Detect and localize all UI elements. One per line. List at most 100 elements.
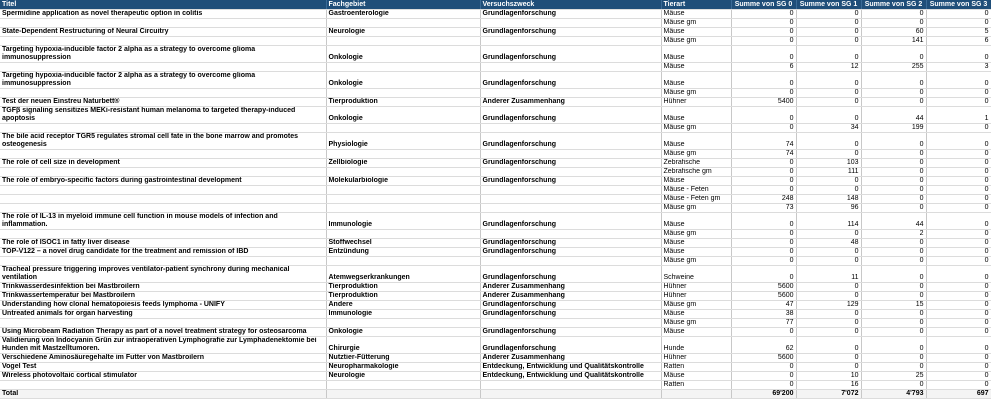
cell-tierart[interactable]: Hühner: [661, 282, 732, 292]
cell-versuchszweck[interactable]: [480, 123, 662, 133]
cell-sg0[interactable]: 0: [731, 212, 797, 230]
cell-sg2[interactable]: 0: [861, 9, 927, 19]
cell-tierart[interactable]: Mäuse: [661, 62, 732, 72]
cell-tierart[interactable]: Mäuse - Feten gm: [661, 194, 732, 204]
cell-sg0[interactable]: 0: [731, 327, 797, 337]
cell-sg3[interactable]: 0: [926, 336, 991, 354]
cell-sg1[interactable]: 103: [796, 158, 862, 168]
cell-sg0[interactable]: 74: [731, 132, 797, 150]
cell-titel[interactable]: Using Microbeam Radiation Therapy as par…: [0, 327, 327, 337]
cell-sg3[interactable]: 0: [926, 194, 991, 204]
cell-sg3[interactable]: 3: [926, 62, 991, 72]
cell-sg1[interactable]: 0: [796, 353, 862, 363]
cell-sg0[interactable]: 77: [731, 318, 797, 328]
cell-sg1[interactable]: 16: [796, 380, 862, 390]
cell-versuchszweck[interactable]: [480, 256, 662, 266]
cell-fachgebiet[interactable]: Neurologie: [326, 371, 481, 381]
cell-sg3[interactable]: 0: [926, 203, 991, 213]
cell-versuchszweck[interactable]: Grundlagenforschung: [480, 265, 662, 283]
cell-sg3[interactable]: 6: [926, 36, 991, 46]
cell-sg1[interactable]: 0: [796, 149, 862, 159]
cell-sg2[interactable]: 44: [861, 212, 927, 230]
cell-versuchszweck[interactable]: [480, 36, 662, 46]
cell-sg3[interactable]: 5: [926, 27, 991, 37]
cell-sg0[interactable]: 0: [731, 256, 797, 266]
cell-titel[interactable]: [0, 167, 327, 177]
cell-fachgebiet[interactable]: [326, 88, 481, 98]
cell-sg2[interactable]: 0: [861, 362, 927, 372]
cell-sg1[interactable]: 0: [796, 36, 862, 46]
cell-titel[interactable]: Validierung von Indocyanin Grün zur intr…: [0, 336, 327, 354]
cell-versuchszweck[interactable]: Grundlagenforschung: [480, 327, 662, 337]
cell-fachgebiet[interactable]: Immunologie: [326, 212, 481, 230]
col-header-sg1[interactable]: Summe von SG 1: [796, 0, 862, 10]
cell-sg2[interactable]: 0: [861, 18, 927, 28]
cell-titel[interactable]: TGFβ signaling sensitizes MEKi-resistant…: [0, 106, 327, 124]
cell-sg0[interactable]: 0: [731, 9, 797, 19]
cell-sg3[interactable]: 0: [926, 309, 991, 319]
cell-sg3[interactable]: 0: [926, 256, 991, 266]
cell-titel[interactable]: [0, 123, 327, 133]
cell-titel[interactable]: Untreated animals for organ harvesting: [0, 309, 327, 319]
cell-tierart[interactable]: Mäuse: [661, 132, 732, 150]
cell-titel[interactable]: Test der neuen Einstreu Naturbett®: [0, 97, 327, 107]
cell-sg3[interactable]: 0: [926, 71, 991, 89]
cell-sg3[interactable]: 0: [926, 45, 991, 63]
cell-titel[interactable]: The role of cell size in development: [0, 158, 327, 168]
cell-fachgebiet[interactable]: Andere: [326, 300, 481, 310]
cell-sg2[interactable]: 0: [861, 149, 927, 159]
cell-titel[interactable]: TOP-V122 – a novel drug candidate for th…: [0, 247, 327, 257]
cell-tierart[interactable]: Hühner: [661, 291, 732, 301]
cell-sg2[interactable]: 0: [861, 256, 927, 266]
cell-versuchszweck[interactable]: [480, 88, 662, 98]
cell-sg0[interactable]: 5600: [731, 353, 797, 363]
cell-tierart[interactable]: Mäuse: [661, 45, 732, 63]
cell-sg0[interactable]: 0: [731, 71, 797, 89]
cell-titel[interactable]: Tracheal pressure triggering improves ve…: [0, 265, 327, 283]
cell-sg2[interactable]: 60: [861, 27, 927, 37]
cell-tierart[interactable]: Hühner: [661, 353, 732, 363]
cell-titel[interactable]: [0, 229, 327, 239]
cell-tierart[interactable]: Mäuse: [661, 247, 732, 257]
cell-versuchszweck[interactable]: [480, 229, 662, 239]
cell-sg0[interactable]: 0: [731, 27, 797, 37]
cell-fachgebiet[interactable]: Physiologie: [326, 132, 481, 150]
cell-titel[interactable]: [0, 149, 327, 159]
cell-versuchszweck[interactable]: Grundlagenforschung: [480, 247, 662, 257]
cell-sg1[interactable]: 0: [796, 88, 862, 98]
cell-versuchszweck[interactable]: Grundlagenforschung: [480, 336, 662, 354]
cell-tierart[interactable]: Mäuse gm: [661, 88, 732, 98]
cell-sg2[interactable]: 0: [861, 158, 927, 168]
cell-sg3[interactable]: 0: [926, 212, 991, 230]
col-header-titel[interactable]: Titel: [0, 0, 327, 10]
cell-sg3[interactable]: 0: [926, 167, 991, 177]
cell-fachgebiet[interactable]: Onkologie: [326, 327, 481, 337]
cell-sg0[interactable]: 6: [731, 62, 797, 72]
cell-sg0[interactable]: 73: [731, 203, 797, 213]
cell-tierart[interactable]: Mäuse gm: [661, 123, 732, 133]
cell-sg3[interactable]: 0: [926, 238, 991, 248]
cell-sg2[interactable]: 0: [861, 336, 927, 354]
cell-sg2[interactable]: 0: [861, 380, 927, 390]
cell-sg2[interactable]: 0: [861, 194, 927, 204]
cell-sg1[interactable]: 0: [796, 309, 862, 319]
cell-sg2[interactable]: 0: [861, 327, 927, 337]
cell-sg0[interactable]: 0: [731, 229, 797, 239]
cell-titel[interactable]: Understanding how clonal hematopoiesis f…: [0, 300, 327, 310]
cell-sg2[interactable]: 2: [861, 229, 927, 239]
cell-sg3[interactable]: 0: [926, 282, 991, 292]
cell-fachgebiet[interactable]: [326, 380, 481, 390]
cell-sg3[interactable]: 0: [926, 18, 991, 28]
cell-sg3[interactable]: 0: [926, 88, 991, 98]
cell-sg2[interactable]: 0: [861, 88, 927, 98]
cell-titel[interactable]: The role of embryo-specific factors duri…: [0, 176, 327, 186]
cell-tierart[interactable]: Mäuse: [661, 238, 732, 248]
cell-versuchszweck[interactable]: Anderer Zusammenhang: [480, 353, 662, 363]
cell-titel[interactable]: [0, 203, 327, 213]
cell-tierart[interactable]: Mäuse: [661, 9, 732, 19]
cell-tierart[interactable]: Mäuse: [661, 309, 732, 319]
cell-fachgebiet[interactable]: Entzündung: [326, 247, 481, 257]
cell-sg1[interactable]: 0: [796, 45, 862, 63]
cell-fachgebiet[interactable]: Neurologie: [326, 27, 481, 37]
cell-tierart[interactable]: Mäuse gm: [661, 256, 732, 266]
